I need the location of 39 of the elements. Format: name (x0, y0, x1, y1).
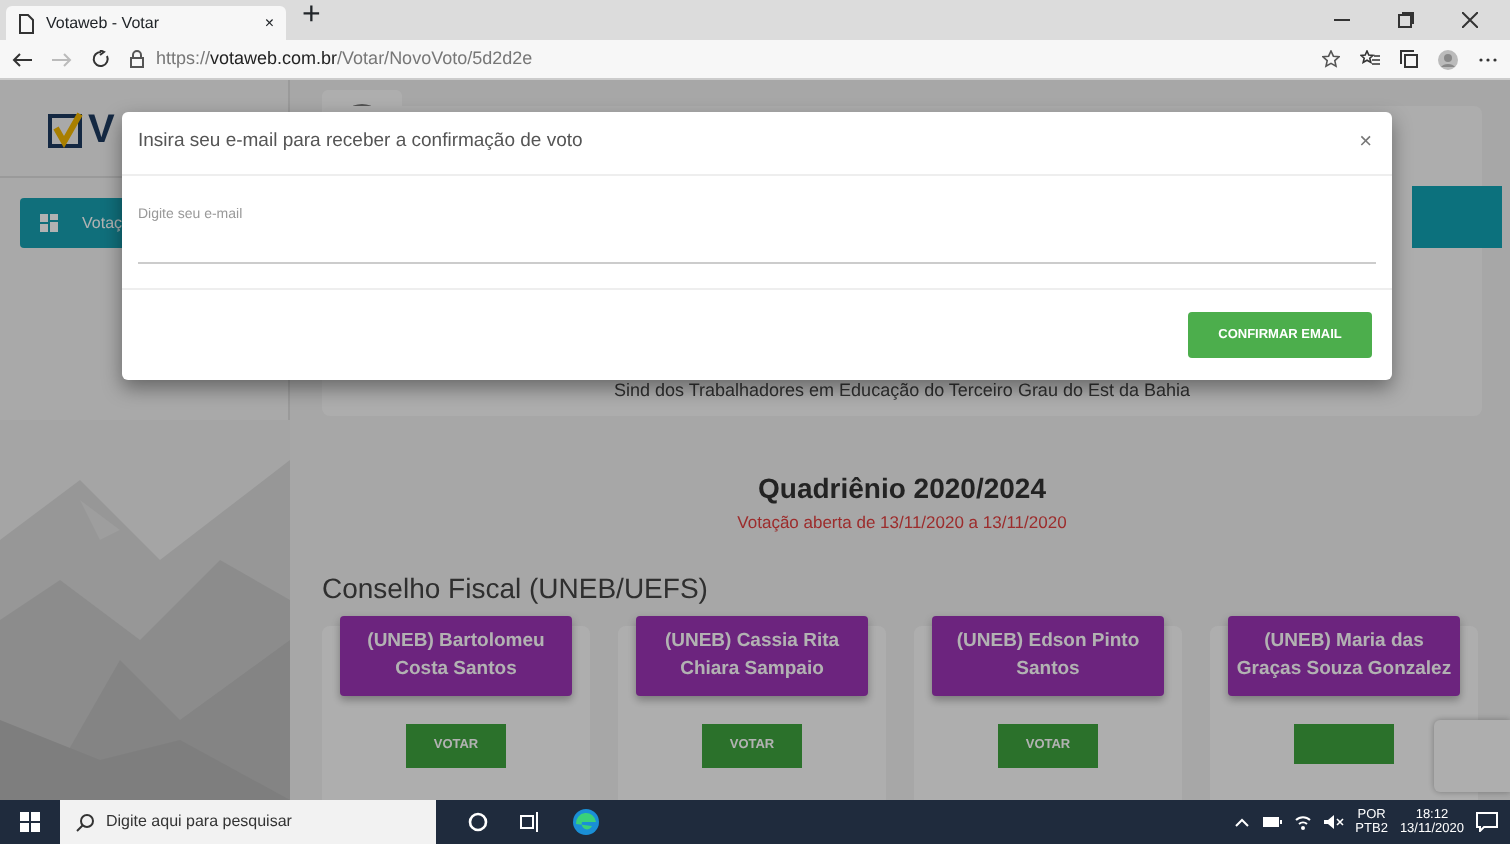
collections-icon[interactable] (1400, 50, 1418, 68)
lock-icon (130, 50, 144, 68)
favorites-icon[interactable] (1360, 50, 1380, 68)
browser-tab[interactable]: Votaweb - Votar × (6, 6, 286, 40)
dashboard-icon (40, 214, 58, 232)
notification-icon[interactable] (1476, 812, 1498, 832)
candidate-name: (UNEB) Edson Pinto Santos (932, 615, 1164, 697)
profile-avatar[interactable] (1438, 49, 1458, 69)
close-icon[interactable] (1462, 12, 1478, 28)
battery-icon[interactable] (1261, 816, 1282, 828)
candidate-name: (UNEB) Bartolomeu Costa Santos (340, 615, 572, 697)
edge-icon[interactable] (572, 808, 600, 836)
restore-icon[interactable] (1398, 12, 1414, 28)
close-button[interactable]: × (1359, 126, 1372, 160)
cortana-icon[interactable] (468, 812, 488, 832)
wifi-icon[interactable] (1293, 814, 1312, 830)
chevron-up-icon[interactable] (1233, 816, 1250, 828)
star-icon[interactable] (1322, 50, 1340, 68)
tab-close-button[interactable]: × (264, 11, 274, 35)
page-icon (18, 13, 34, 33)
new-tab-button[interactable]: + (302, 0, 321, 32)
back-icon[interactable] (12, 51, 32, 67)
logo-text: V (88, 106, 115, 156)
refresh-icon[interactable] (92, 50, 110, 68)
address-bar[interactable]: https://votaweb.com.br/Votar/NovoVoto/5d2d2e (156, 45, 533, 73)
voting-period: Votação aberta de 13/11/2020 a 13/11/2020 (735, 510, 1069, 536)
candidate-name: (UNEB) Maria das Graças Souza Gonzalez (1228, 615, 1460, 697)
more-icon[interactable] (1478, 55, 1498, 63)
search-icon (76, 813, 94, 831)
vote-button[interactable] (1294, 724, 1394, 765)
task-view-icon[interactable] (520, 812, 540, 832)
dialog-title: Insira seu e-mail para receber a confirmação de voto (138, 128, 583, 157)
candidate-name: (UNEB) Cassia Rita Chiara Sampaio (636, 615, 868, 697)
taskbar-search[interactable]: Digite aqui para pesquisar (60, 800, 436, 844)
election-title: Quadriênio 2020/2024 (756, 470, 1048, 508)
section-title: Conselho Fiscal (UNEB/UEFS) (322, 569, 710, 608)
logo-icon (48, 112, 84, 148)
volume-muted-icon[interactable] (1323, 814, 1344, 830)
organization-name: Sind dos Trabalhadores em Educação do Terceiro Grau do Est da Bahia (611, 377, 1192, 404)
